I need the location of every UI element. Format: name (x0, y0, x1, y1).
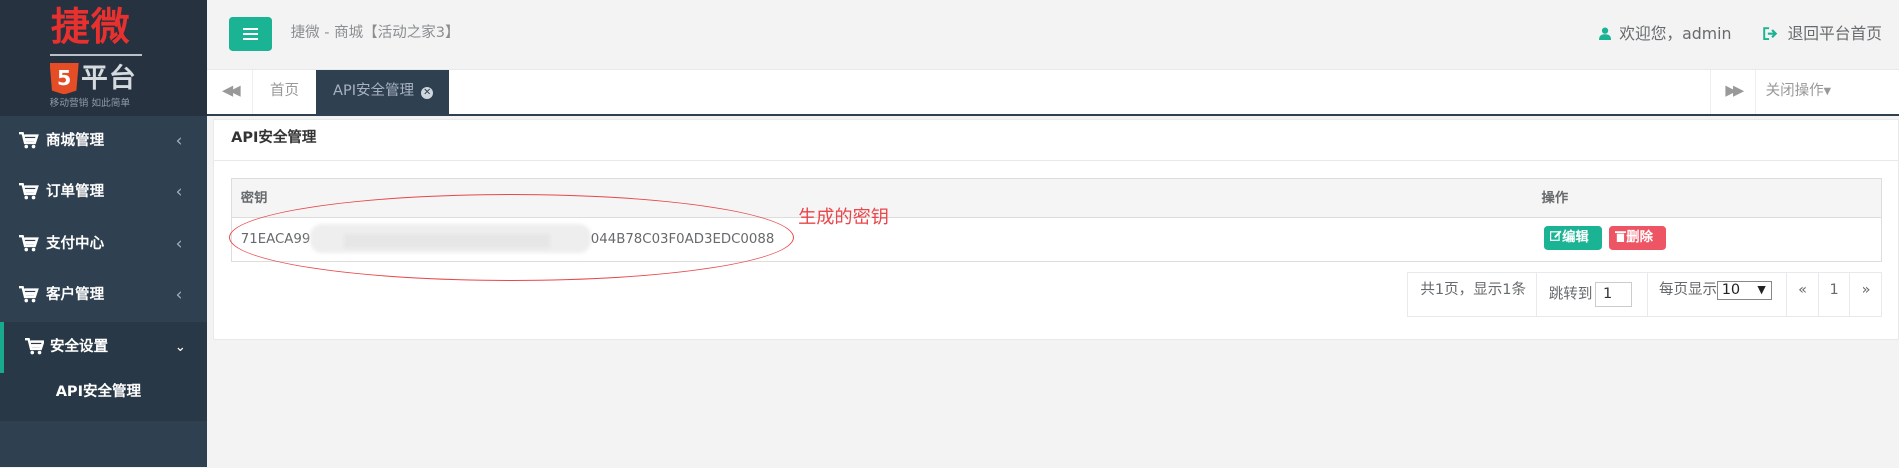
double-left-arrow-icon: ◀◀ (221, 83, 241, 100)
back-to-platform-link[interactable]: 退回平台首页 (1763, 24, 1882, 43)
cart-icon (19, 182, 39, 200)
page-jump-label: 跳转到 (1548, 286, 1593, 303)
tab-api-security[interactable]: API安全管理 ✕ (316, 70, 450, 114)
cart-icon (19, 234, 39, 252)
back-to-platform-label: 退回平台首页 (1787, 24, 1882, 44)
api-key-suffix: 044B78C03F0AD3EDC0088 (590, 231, 775, 247)
page-jump-input[interactable]: 1 (1594, 281, 1633, 308)
next-page-button[interactable]: » (1850, 273, 1881, 315)
sidebar-subitem-label: API安全管理 (55, 383, 142, 400)
edit-label: 编辑 (1562, 230, 1589, 246)
table-header: 密钥 操作 (232, 179, 1881, 218)
tabs-bar: ◀◀ 首页 API安全管理 ✕ ▶▶ 关闭操作▼ (207, 70, 1899, 117)
trash-icon (1615, 231, 1627, 243)
page-size: 每页显示 10 ▼ (1648, 273, 1788, 316)
column-header-actions: 操作 (1541, 190, 1569, 206)
sidebar-subitem-api-security[interactable]: API安全管理 (0, 373, 208, 422)
platform-logo[interactable]: 捷微 5 平台 移动营销 如此简单 (0, 0, 208, 117)
menu-bar (243, 27, 258, 31)
close-tab-icon[interactable]: ✕ (421, 87, 434, 100)
chevron-left-icon: ‹ (175, 180, 183, 201)
welcome-user[interactable]: 欢迎您，admin (1598, 24, 1732, 44)
page-1-button[interactable]: 1 (1819, 273, 1851, 316)
sidebar-item-customer-management[interactable]: 客户管理 ‹ (0, 270, 207, 321)
api-key-table: 密钥 操作 71EACA99 044B78C03F0AD3EDC0088 编辑 … (231, 178, 1883, 262)
cart-icon (19, 131, 39, 149)
menu-bar (243, 32, 258, 36)
chevron-left-icon: ‹ (175, 232, 183, 253)
chevron-left-icon: ‹ (175, 129, 183, 150)
sidebar-item-mall-management[interactable]: 商城管理 ‹ (0, 116, 207, 167)
tabs-scroll-left-button[interactable]: ◀◀ (207, 70, 252, 114)
pagination-summary: 共1页，显示1条 (1408, 273, 1537, 316)
html5-badge-icon: 5 (49, 62, 79, 95)
sidebar-item-label: 支付中心 (46, 235, 105, 252)
sidebar-item-label: 安全设置 (50, 338, 109, 355)
tab-home[interactable]: 首页 (251, 70, 316, 114)
api-key-prefix: 71EACA99 (240, 231, 311, 247)
table-row: 71EACA99 044B78C03F0AD3EDC0088 编辑 删除 (232, 218, 1880, 260)
page-size-select[interactable]: 10 ▼ (1717, 280, 1772, 301)
user-icon (1598, 27, 1611, 41)
breadcrumb: 捷微 - 商城【活动之家3】 (290, 25, 460, 42)
chevron-down-icon: ⌄ (174, 339, 186, 355)
panel-title: API安全管理 (231, 130, 317, 147)
menu-toggle-button[interactable] (228, 16, 273, 51)
cart-icon (19, 285, 39, 303)
welcome-text: 欢迎您，admin (1619, 24, 1732, 44)
edit-icon (1549, 230, 1562, 242)
sidebar-item-payment-center[interactable]: 支付中心 ‹ (0, 219, 207, 270)
delete-label: 删除 (1626, 230, 1653, 246)
pagination: 共1页，显示1条 跳转到 1 每页显示 10 ▼ « 1 » (1407, 272, 1883, 318)
panel-header: API安全管理 (214, 120, 1898, 161)
close-operations-label: 关闭操作 (1765, 83, 1824, 100)
logo-divider (49, 54, 142, 56)
cart-icon (24, 337, 44, 355)
page-size-label: 每页显示 (1658, 281, 1718, 298)
sign-out-icon (1763, 27, 1778, 41)
sidebar-item-label: 订单管理 (46, 183, 105, 200)
column-header-key: 密钥 (240, 190, 268, 206)
tab-label: API安全管理 (333, 83, 415, 100)
close-operations-dropdown[interactable]: 关闭操作▼ (1754, 70, 1842, 114)
annotation-text: 生成的密钥 (798, 207, 889, 229)
redacted-key-blur (309, 223, 591, 253)
previous-page-button[interactable]: « (1787, 273, 1819, 316)
logo-slogan: 移动营销 如此简单 (49, 98, 131, 110)
tabs-scroll-right-button[interactable]: ▶▶ (1710, 70, 1755, 114)
chevron-left-icon: ‹ (175, 283, 183, 304)
page-size-value: 10 (1721, 281, 1741, 298)
edit-button[interactable]: 编辑 (1543, 226, 1603, 251)
double-right-arrow-icon: ▶▶ (1725, 83, 1744, 100)
sidebar-item-label: 客户管理 (46, 286, 105, 303)
caret-down-icon: ▼ (1823, 86, 1832, 98)
caret-down-icon: ▼ (1757, 282, 1766, 296)
sidebar-item-label: 商城管理 (46, 132, 105, 149)
page-jump: 跳转到 1 (1537, 273, 1649, 316)
menu-bar (243, 37, 258, 40)
sidebar-item-security-settings[interactable]: 安全设置 ⌄ (0, 322, 208, 373)
logo-title: 捷微 (50, 4, 131, 50)
sidebar: 捷微 5 平台 移动营销 如此简单 商城管理 ‹ 订单管理 ‹ 支付中心 ‹ 客… (0, 0, 208, 468)
sidebar-item-order-management[interactable]: 订单管理 ‹ (0, 167, 207, 218)
logo-subtitle: 平台 (81, 62, 137, 94)
delete-button[interactable]: 删除 (1609, 226, 1667, 251)
top-navbar: 捷微 - 商城【活动之家3】 欢迎您，admin 退回平台首页 (207, 0, 1899, 71)
